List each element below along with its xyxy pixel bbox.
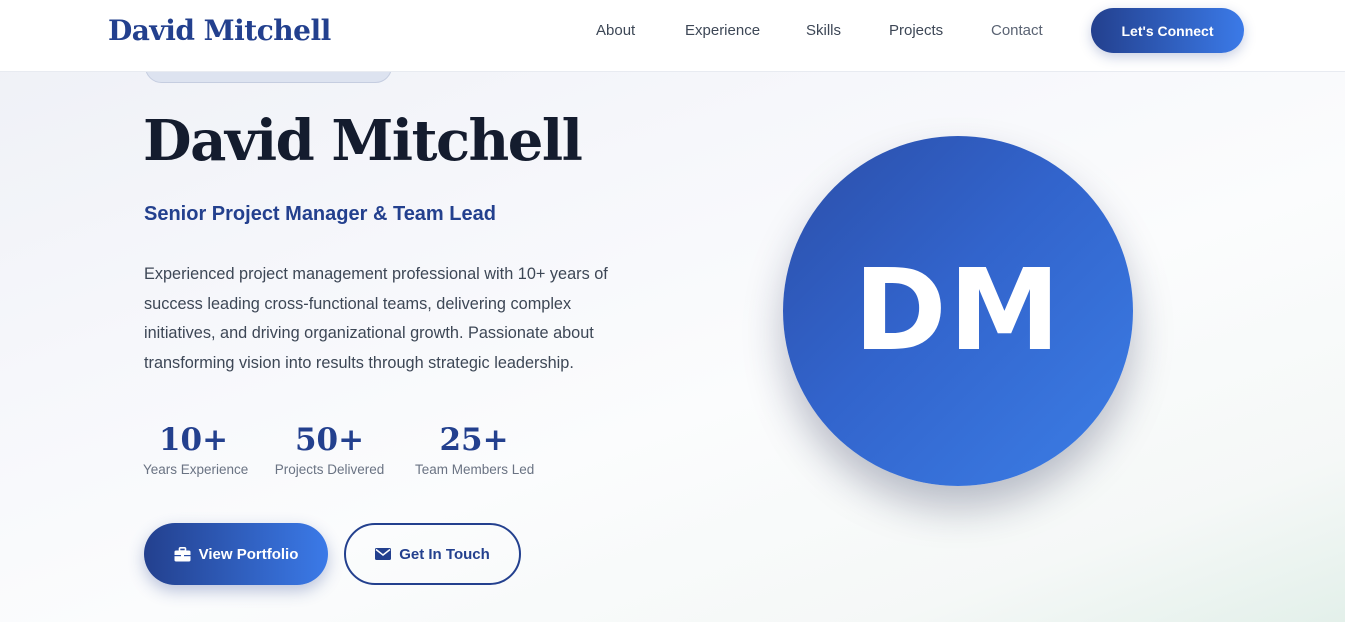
stat-team-members-led: 25+ Team Members Led <box>415 420 535 480</box>
lets-connect-button[interactable]: Let's Connect <box>1091 8 1244 53</box>
nav-link-skills[interactable]: Skills <box>806 22 841 39</box>
site-header: David Mitchell About Experience Skills P… <box>0 0 1345 72</box>
avatar: DM <box>783 136 1133 486</box>
hero-subtitle: Senior Project Manager & Team Lead <box>144 203 496 225</box>
stat-value: 50+ <box>294 422 365 458</box>
nav-link-contact[interactable]: Contact <box>991 22 1043 39</box>
nav-link-about[interactable]: About <box>596 22 635 39</box>
stat-label: Projects Delivered <box>274 462 385 477</box>
stat-label: Years Experience <box>143 462 249 477</box>
page: David Mitchell About Experience Skills P… <box>0 0 1345 622</box>
envelope-icon <box>375 548 392 560</box>
get-in-touch-label: Get In Touch <box>399 545 490 563</box>
nav-link-experience[interactable]: Experience <box>685 22 760 39</box>
stat-label: Team Members Led <box>415 462 535 477</box>
view-portfolio-label: View Portfolio <box>198 545 299 563</box>
avatar-initials: DM <box>853 246 1063 376</box>
stat-value: 10+ <box>158 422 229 458</box>
nav-link-projects[interactable]: Projects <box>889 22 943 39</box>
stat-projects-delivered: 50+ Projects Delivered <box>274 420 385 480</box>
briefcase-icon <box>174 546 191 562</box>
stat-years-experience: 10+ Years Experience <box>143 420 249 480</box>
stat-value: 25+ <box>439 422 509 458</box>
hero-title: David Mitchell <box>143 108 583 174</box>
view-portfolio-button[interactable]: View Portfolio <box>144 523 328 585</box>
hero-description: Experienced project management professio… <box>144 265 608 373</box>
get-in-touch-button[interactable]: Get In Touch <box>344 523 521 585</box>
